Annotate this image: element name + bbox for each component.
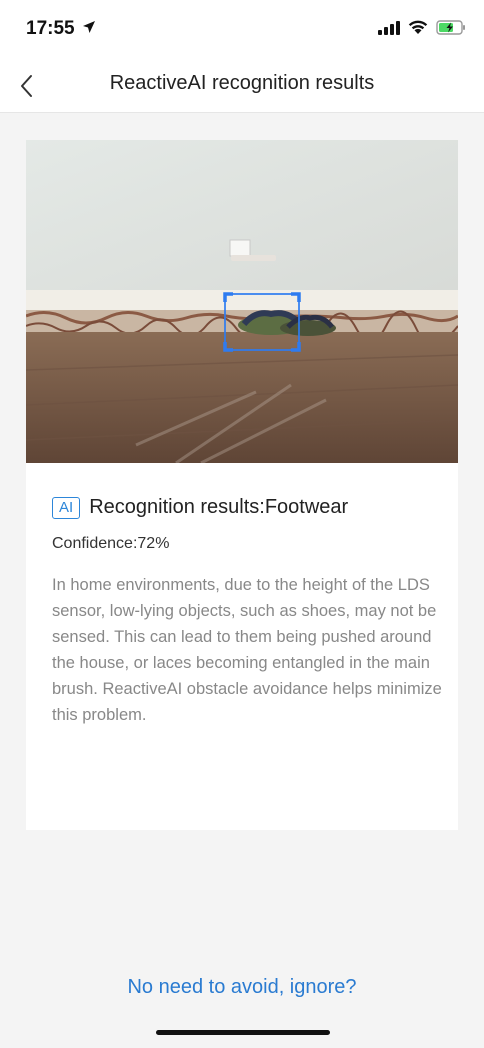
status-bar: 17:55 xyxy=(0,0,484,60)
ignore-link[interactable]: No need to avoid, ignore? xyxy=(0,976,484,999)
location-arrow-icon xyxy=(83,21,95,33)
wifi-icon xyxy=(408,20,428,34)
description-text: In home environments, due to the height … xyxy=(52,576,442,724)
page-title: ReactiveAI recognition results xyxy=(109,72,375,94)
recognition-photo xyxy=(26,140,458,463)
ai-badge: AI xyxy=(52,496,81,519)
nav-bar: ReactiveAI recognition results xyxy=(0,60,484,113)
confidence-text: Confidence:72% xyxy=(52,535,170,552)
signal-icon xyxy=(378,20,400,35)
status-time: 17:55 xyxy=(26,18,75,39)
result-card: AI Recognition results:Footwear Confiden… xyxy=(26,140,458,830)
recognition-title: Recognition results:Footwear xyxy=(89,496,349,518)
home-indicator[interactable] xyxy=(156,1030,330,1035)
result-row: AI Recognition results:Footwear xyxy=(52,496,348,519)
battery-charging-icon xyxy=(436,20,465,35)
status-icons xyxy=(378,20,466,35)
